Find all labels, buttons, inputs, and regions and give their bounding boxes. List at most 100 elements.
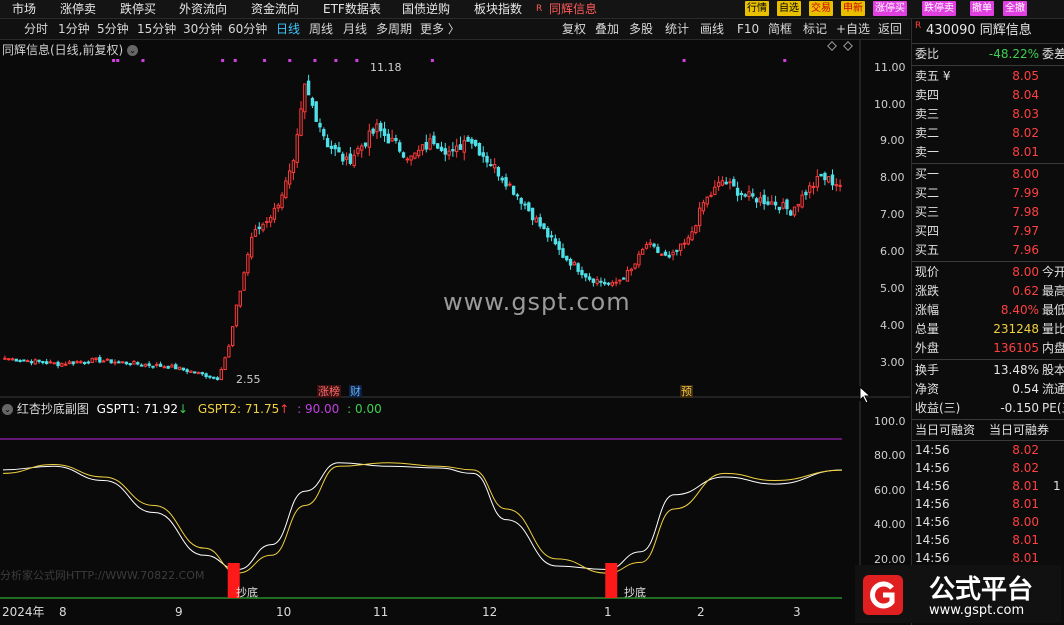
candle-body	[834, 184, 838, 187]
candle-body	[124, 361, 129, 365]
stat-row: 净资 0.54 流通	[912, 380, 1064, 398]
candle-body	[447, 150, 451, 156]
candle-body	[716, 181, 721, 187]
candle-body	[606, 282, 611, 285]
signal-dot	[233, 59, 237, 62]
diamond-icon[interactable]	[827, 41, 853, 51]
candle-body	[155, 363, 159, 366]
level-0-value: : 0.00	[347, 402, 382, 416]
candle-body	[98, 357, 102, 363]
candle-body	[367, 130, 372, 148]
candle-body	[314, 101, 318, 122]
candle-body	[420, 144, 425, 151]
price-axis-label: 10.00	[874, 98, 906, 111]
ask-price[interactable]: 8.02	[1012, 124, 1039, 142]
candle-body	[451, 149, 455, 152]
price-axis-label: 8.00	[880, 171, 905, 184]
candle-body	[79, 361, 83, 364]
candle-body	[622, 277, 626, 280]
bid-label: 买三	[915, 205, 940, 219]
candle-body	[830, 174, 835, 186]
candle-body	[796, 203, 801, 207]
candle-body	[25, 360, 30, 363]
candle-body	[90, 358, 94, 363]
candle-body	[815, 176, 820, 188]
event-tag-limit-list[interactable]: 涨榜	[317, 385, 341, 398]
stat-extra-label: PE(三	[1042, 401, 1064, 415]
tick-price: 8.00	[1012, 515, 1039, 529]
candle-body	[325, 138, 330, 148]
signal-dot	[116, 59, 120, 62]
date-label: 9	[175, 605, 183, 619]
tick-price: 8.01	[1012, 497, 1039, 511]
candle-body	[743, 194, 747, 197]
candle-body	[633, 263, 637, 269]
candle-body	[295, 134, 299, 163]
bid-price[interactable]: 7.99	[1012, 184, 1039, 202]
candle-body	[94, 357, 98, 361]
ask-price[interactable]: 8.05	[1012, 67, 1039, 85]
cancel-all-button[interactable]: 全撤	[1003, 1, 1027, 16]
price-axis-label: 5.00	[880, 282, 905, 295]
tick-time: 14:56	[915, 443, 950, 457]
date-label: 2024年	[2, 605, 45, 619]
candle-body	[462, 140, 466, 153]
signal-dot	[682, 59, 686, 62]
stat-row: 收益(三) -0.150PE(三	[912, 399, 1064, 417]
candle-body	[261, 223, 265, 231]
candle-body	[580, 270, 584, 276]
weicha-label: 委差	[1042, 47, 1064, 61]
indicator-chevron-icon[interactable]: ⌄	[2, 404, 13, 415]
candle-body	[808, 185, 812, 193]
limit-down-sell-button[interactable]: 跌停卖	[922, 1, 956, 16]
candle-body	[652, 243, 656, 247]
candle-body	[557, 241, 561, 250]
stat-row: 换手 13.48% 股本	[912, 361, 1064, 379]
bid-label: 买一	[915, 167, 940, 181]
signal-dot	[430, 59, 434, 62]
candle-body	[739, 192, 744, 196]
ask-price[interactable]: 8.03	[1012, 105, 1039, 123]
candle-body	[105, 358, 110, 361]
brand-url: www.gspt.com	[929, 603, 1025, 618]
tick-price: 8.01	[1012, 479, 1039, 493]
bid-price[interactable]: 8.00	[1012, 165, 1039, 183]
cancel-order-button[interactable]: 撤单	[970, 1, 994, 16]
bid-price[interactable]: 7.98	[1012, 203, 1039, 221]
candle-body	[48, 361, 53, 364]
candle-body	[10, 358, 15, 361]
candle-body	[610, 282, 614, 286]
candle-body	[265, 221, 269, 224]
candle-body	[697, 207, 702, 227]
ask-label: 卖五 ¥	[915, 69, 951, 83]
stat-label: 涨幅	[915, 303, 940, 317]
bid-price[interactable]: 7.96	[1012, 241, 1039, 259]
candle-body	[629, 268, 633, 272]
candle-body	[322, 129, 326, 137]
event-tag-forecast[interactable]: 预	[680, 385, 693, 398]
stock-code-name: 430090 同辉信息	[926, 23, 1032, 38]
ask-price[interactable]: 8.04	[1012, 86, 1039, 104]
date-label: 2	[697, 605, 705, 619]
candle-body	[132, 360, 136, 365]
candle-body	[7, 358, 11, 361]
date-label: 3	[793, 605, 801, 619]
bid-price[interactable]: 7.97	[1012, 222, 1039, 240]
candle-body	[827, 176, 831, 183]
weibi-row: 委比 -48.22% 委差	[912, 45, 1064, 63]
candle-body	[101, 360, 106, 363]
ask-price[interactable]: 8.01	[1012, 143, 1039, 161]
ask-label: 卖三	[915, 107, 940, 121]
candle-body	[329, 145, 334, 149]
level-90-value: : 90.00	[297, 402, 340, 416]
event-tag-finance[interactable]: 财	[349, 385, 362, 398]
signal-dot	[334, 59, 338, 62]
candle-body	[675, 249, 679, 252]
candle-body	[789, 210, 793, 216]
candle-body	[170, 364, 174, 368]
gspt1-line	[2, 462, 843, 571]
bid-row-1: 买一 8.00	[912, 165, 1064, 183]
candle-body	[14, 358, 18, 362]
indicator-title: ⌄ 红杏抄底副图 GSPT1: 71.92↓ GSPT2: 71.75↑ : 9…	[2, 400, 382, 417]
candle-body	[185, 369, 189, 373]
